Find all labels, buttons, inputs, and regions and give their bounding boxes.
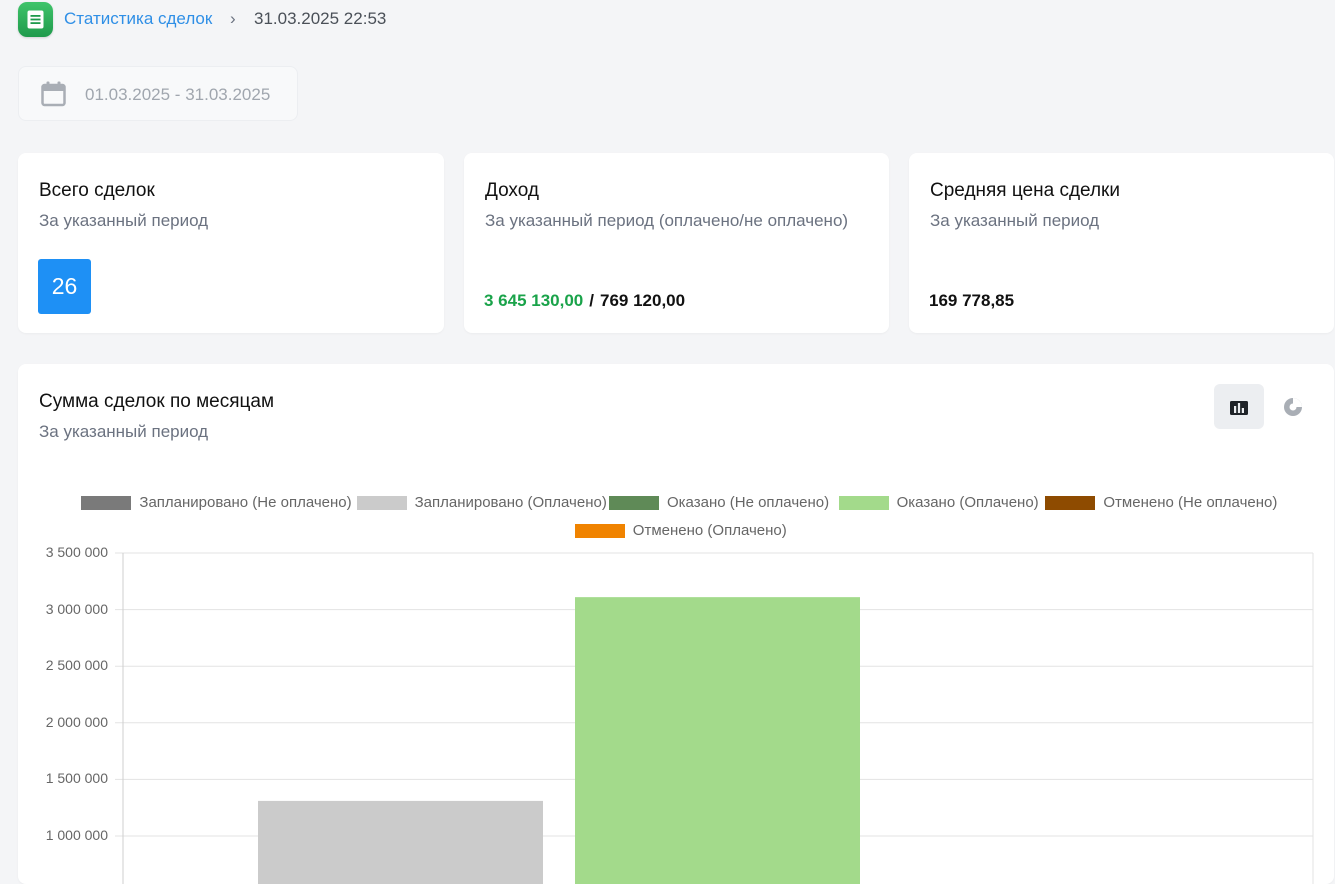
income-values: 3 645 130,00 / 769 120,00: [484, 291, 685, 311]
income-unpaid-value: 769 120,00: [600, 291, 686, 310]
total-deals-count-badge: 26: [38, 259, 91, 314]
y-tick-label: 1 000 000: [45, 827, 108, 843]
monthly-sum-chart-card: Сумма сделок по месяцам За указанный пер…: [18, 364, 1334, 884]
deals-app-icon[interactable]: [18, 2, 53, 37]
y-tick-label: 3 000 000: [45, 600, 108, 617]
income-title: Доход: [485, 180, 539, 201]
bar-planned-paid[interactable]: [258, 800, 543, 884]
income-separator: /: [589, 291, 594, 310]
income-subtitle: За указанный период (оплачено/не оплачен…: [485, 211, 849, 230]
date-range-picker[interactable]: 01.03.2025 - 31.03.2025: [18, 66, 298, 121]
average-price-title: Средняя цена сделки: [930, 180, 1120, 201]
breadcrumb-link-deal-stats[interactable]: Статистика сделок: [64, 9, 212, 29]
income-paid-value: 3 645 130,00: [484, 291, 584, 310]
y-tick-label: 2 500 000: [45, 657, 108, 674]
bar-chart-svg: [115, 552, 1314, 884]
total-deals-subtitle: За указанный период: [39, 211, 209, 230]
income-card: Доход За указанный период (оплачено/не о…: [464, 153, 889, 333]
y-tick-label: 2 000 000: [45, 713, 108, 730]
average-price-value: 169 778,85: [929, 291, 1015, 310]
y-tick-label: 3 500 000: [45, 544, 108, 560]
breadcrumb-separator: ›: [230, 9, 236, 28]
breadcrumb: Статистика сделок › 31.03.2025 22:53: [0, 0, 1335, 38]
breadcrumb-current: 31.03.2025 22:53: [254, 9, 387, 28]
chart-area: Запланировано (Не оплачено) Запланировано…: [18, 364, 1334, 884]
total-deals-card: Всего сделок За указанный период 26: [18, 153, 444, 333]
average-price-subtitle: За указанный период: [930, 211, 1100, 230]
date-range-value: 01.03.2025 - 31.03.2025: [85, 85, 271, 104]
y-tick-label: 1 500 000: [45, 770, 108, 787]
average-price-card: Средняя цена сделки За указанный период …: [909, 153, 1334, 333]
bar-rendered-paid[interactable]: [575, 597, 860, 884]
calendar-icon: [41, 81, 66, 107]
total-deals-title: Всего сделок: [39, 180, 155, 201]
